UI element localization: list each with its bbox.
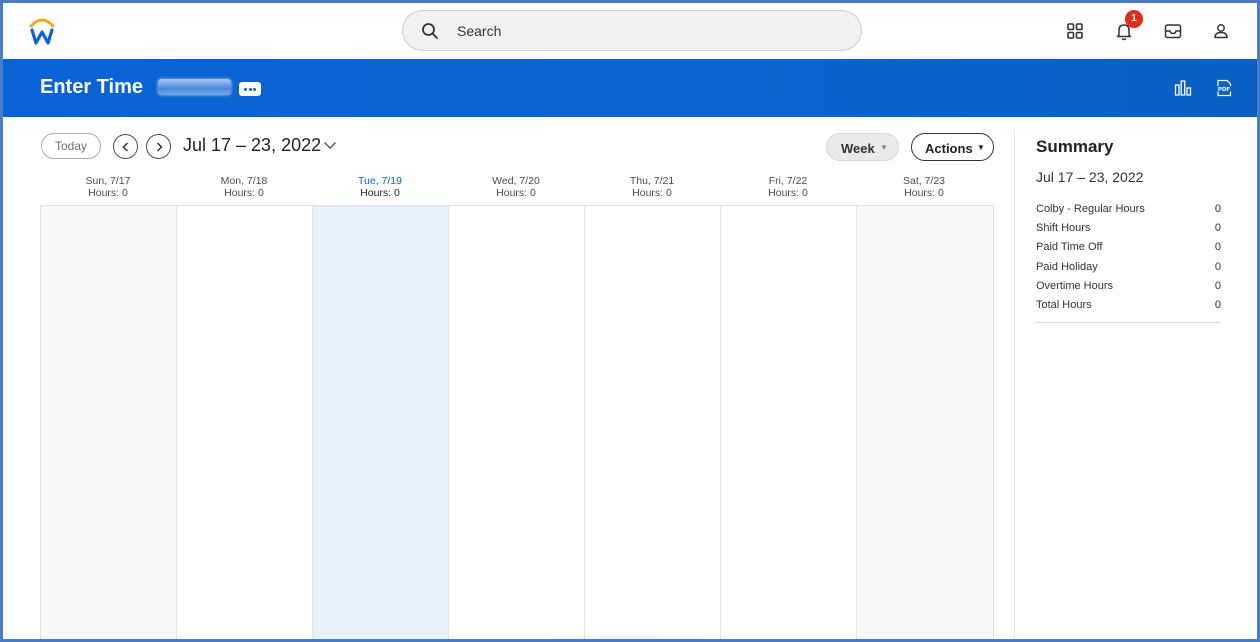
day-header-tue: Tue, 7/19 Hours: 0	[312, 175, 448, 199]
search-input[interactable]: Search	[402, 10, 862, 51]
day-header-wed: Wed, 7/20 Hours: 0	[448, 175, 584, 199]
summary-row: Colby - Regular Hours 0	[1036, 203, 1221, 222]
svg-text:PDF: PDF	[1218, 87, 1231, 93]
day-hours: Hours: 0	[904, 187, 944, 199]
summary-row-label: Total Hours	[1036, 298, 1092, 311]
summary-row: Total Hours 0	[1036, 299, 1221, 318]
actions-button-label: Actions	[925, 141, 973, 156]
notification-badge: 1	[1125, 10, 1143, 28]
app-window: Search 1 Enter Time PDF Today Jul 17 – 2…	[3, 3, 1257, 639]
summary-row: Overtime Hours 0	[1036, 280, 1221, 299]
day-header-mon: Mon, 7/18 Hours: 0	[176, 175, 312, 199]
day-label: Sun, 7/17	[85, 175, 131, 187]
page-title: Enter Time	[40, 76, 143, 98]
day-column-sun[interactable]	[41, 206, 177, 639]
day-label: Thu, 7/21	[629, 175, 675, 187]
summary-row-value: 0	[1214, 298, 1221, 311]
day-header-thu: Thu, 7/21 Hours: 0	[584, 175, 720, 199]
today-button[interactable]: Today	[41, 133, 101, 159]
day-label: Wed, 7/20	[492, 175, 540, 187]
day-header-fri: Fri, 7/22 Hours: 0	[720, 175, 856, 199]
bar-chart-icon[interactable]	[1174, 79, 1192, 97]
summary-title: Summary	[1036, 137, 1114, 156]
apps-grid-icon[interactable]	[1065, 21, 1085, 41]
next-week-button[interactable]	[146, 134, 171, 159]
chevron-right-icon	[156, 142, 163, 152]
day-label: Fri, 7/22	[768, 175, 808, 187]
dot-icon	[248, 88, 252, 91]
dot-icon	[253, 88, 256, 91]
top-bar: Search 1	[3, 3, 1257, 59]
day-label: Tue, 7/19	[358, 175, 402, 187]
workday-logo-icon[interactable]	[27, 15, 57, 47]
summary-table: Colby - Regular Hours 0 Shift Hours 0 Pa…	[1036, 203, 1221, 318]
calendar-grid	[40, 205, 994, 639]
day-hours: Hours: 0	[88, 187, 128, 199]
summary-row-label: Shift Hours	[1036, 222, 1091, 235]
inbox-icon[interactable]	[1163, 21, 1183, 41]
summary-row: Shift Hours 0	[1036, 222, 1221, 241]
day-label: Sat, 7/23	[902, 175, 946, 187]
summary-divider	[1014, 130, 1015, 639]
day-column-fri[interactable]	[721, 206, 857, 639]
actions-button[interactable]: Actions ▼	[911, 133, 994, 161]
day-hours: Hours: 0	[632, 187, 672, 199]
redacted-worker-name	[158, 79, 231, 95]
summary-row-value: 0	[1214, 260, 1221, 273]
summary-row-label: Overtime Hours	[1036, 279, 1114, 292]
dot-icon	[244, 88, 247, 91]
summary-row-label: Colby - Regular Hours	[1036, 203, 1145, 215]
related-actions-button[interactable]	[239, 82, 261, 96]
summary-row: Paid Holiday 0	[1036, 261, 1221, 280]
pdf-icon[interactable]: PDF	[1215, 79, 1233, 97]
user-icon[interactable]	[1211, 21, 1231, 41]
search-icon	[422, 23, 438, 39]
date-range-selector[interactable]: Jul 17 – 23, 2022	[183, 135, 321, 156]
summary-row-value: 0	[1214, 279, 1221, 292]
previous-week-button[interactable]	[113, 134, 138, 159]
day-label: Mon, 7/18	[220, 175, 268, 187]
day-header-sun: Sun, 7/17 Hours: 0	[40, 175, 176, 199]
summary-row: Paid Time Off 0	[1036, 241, 1221, 260]
search-placeholder: Search	[457, 23, 502, 39]
day-hours: Hours: 0	[360, 187, 400, 199]
day-header-sat: Sat, 7/23 Hours: 0	[856, 175, 992, 199]
day-column-tue[interactable]	[313, 206, 449, 639]
day-hours: Hours: 0	[224, 187, 264, 199]
day-column-mon[interactable]	[177, 206, 313, 639]
day-column-thu[interactable]	[585, 206, 721, 639]
summary-date-range: Jul 17 – 23, 2022	[1036, 169, 1144, 185]
day-hours: Hours: 0	[768, 187, 808, 199]
day-column-wed[interactable]	[449, 206, 585, 639]
chevron-left-icon	[122, 142, 129, 152]
summary-bottom-rule	[1036, 322, 1221, 323]
summary-row-value: 0	[1214, 203, 1221, 215]
view-dropdown-label: Week	[841, 141, 875, 156]
caret-down-icon: ▼	[977, 143, 985, 152]
chevron-down-icon[interactable]	[323, 141, 337, 150]
day-column-sat[interactable]	[857, 206, 993, 639]
caret-down-icon: ▼	[880, 143, 888, 152]
summary-row-label: Paid Holiday	[1036, 260, 1098, 273]
page-header: Enter Time PDF	[3, 59, 1257, 117]
view-dropdown[interactable]: Week ▼	[826, 133, 899, 161]
day-hours: Hours: 0	[496, 187, 536, 199]
summary-row-label: Paid Time Off	[1036, 241, 1103, 254]
summary-row-value: 0	[1214, 241, 1221, 254]
summary-row-value: 0	[1214, 222, 1221, 235]
scroll-shadow	[523, 631, 733, 639]
